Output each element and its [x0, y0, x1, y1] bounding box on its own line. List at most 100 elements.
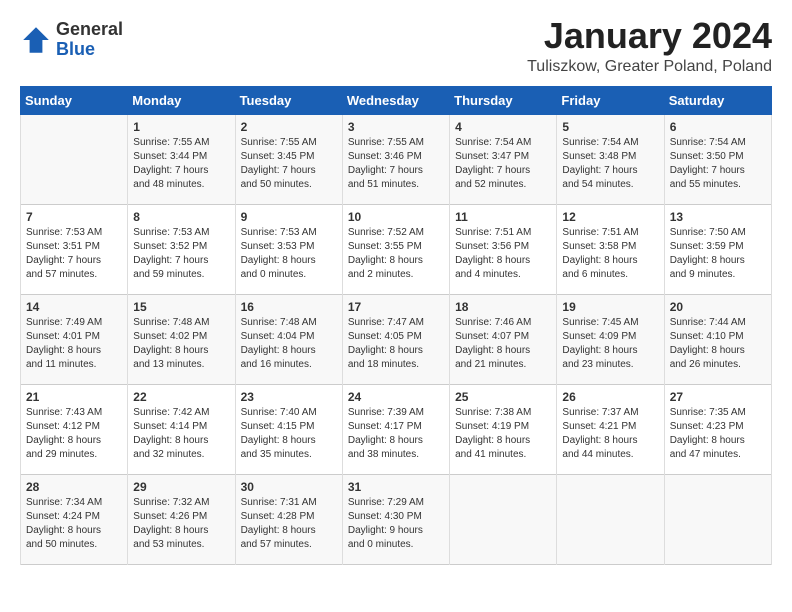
- day-content: Sunrise: 7:55 AM Sunset: 3:45 PM Dayligh…: [241, 136, 337, 192]
- day-number: 5: [562, 120, 658, 134]
- calendar-cell: [450, 474, 557, 564]
- day-number: 15: [133, 300, 229, 314]
- day-content: Sunrise: 7:47 AM Sunset: 4:05 PM Dayligh…: [348, 316, 444, 372]
- day-content: Sunrise: 7:35 AM Sunset: 4:23 PM Dayligh…: [670, 406, 766, 462]
- calendar-week-row: 21 Sunrise: 7:43 AM Sunset: 4:12 PM Dayli…: [21, 384, 772, 474]
- calendar-cell: 23 Sunrise: 7:40 AM Sunset: 4:15 PM Dayli…: [235, 384, 342, 474]
- calendar-cell: 3Sunrise: 7:55 AM Sunset: 3:46 PM Daylig…: [342, 114, 449, 204]
- logo: General Blue: [20, 20, 123, 60]
- day-number: 31: [348, 480, 444, 494]
- day-content: Sunrise: 7:53 AM Sunset: 3:53 PM Dayligh…: [241, 226, 337, 282]
- day-header-sunday: Sunday: [21, 86, 128, 114]
- day-content: Sunrise: 7:49 AM Sunset: 4:01 PM Dayligh…: [26, 316, 122, 372]
- calendar-cell: 29 Sunrise: 7:32 AM Sunset: 4:26 PM Dayli…: [128, 474, 235, 564]
- calendar-cell: 6 Sunrise: 7:54 AM Sunset: 3:50 PM Daylig…: [664, 114, 771, 204]
- day-number: 17: [348, 300, 444, 314]
- calendar-cell: 16 Sunrise: 7:48 AM Sunset: 4:04 PM Dayli…: [235, 294, 342, 384]
- day-number: 10: [348, 210, 444, 224]
- day-header-thursday: Thursday: [450, 86, 557, 114]
- month-title: January 2024: [527, 16, 772, 56]
- day-number: 19: [562, 300, 658, 314]
- day-number: 14: [26, 300, 122, 314]
- day-number: 18: [455, 300, 551, 314]
- day-number: 23: [241, 390, 337, 404]
- day-number: 21: [26, 390, 122, 404]
- calendar-cell: 14 Sunrise: 7:49 AM Sunset: 4:01 PM Dayli…: [21, 294, 128, 384]
- calendar-cell: 11Sunrise: 7:51 AM Sunset: 3:56 PM Dayli…: [450, 204, 557, 294]
- day-number: 28: [26, 480, 122, 494]
- day-number: 11: [455, 210, 551, 224]
- day-number: 13: [670, 210, 766, 224]
- day-number: 27: [670, 390, 766, 404]
- day-number: 24: [348, 390, 444, 404]
- day-number: 2: [241, 120, 337, 134]
- day-content: Sunrise: 7:37 AM Sunset: 4:21 PM Dayligh…: [562, 406, 658, 462]
- calendar-week-row: 28 Sunrise: 7:34 AM Sunset: 4:24 PM Dayli…: [21, 474, 772, 564]
- day-content: Sunrise: 7:45 AM Sunset: 4:09 PM Dayligh…: [562, 316, 658, 372]
- logo-icon: [20, 24, 52, 56]
- day-number: 30: [241, 480, 337, 494]
- calendar-cell: 15 Sunrise: 7:48 AM Sunset: 4:02 PM Dayli…: [128, 294, 235, 384]
- day-header-saturday: Saturday: [664, 86, 771, 114]
- calendar-cell: 1 Sunrise: 7:55 AM Sunset: 3:44 PM Daylig…: [128, 114, 235, 204]
- calendar-week-row: 1 Sunrise: 7:55 AM Sunset: 3:44 PM Daylig…: [21, 114, 772, 204]
- calendar-cell: 12 Sunrise: 7:51 AM Sunset: 3:58 PM Dayli…: [557, 204, 664, 294]
- day-content: Sunrise: 7:53 AM Sunset: 3:52 PM Dayligh…: [133, 226, 229, 282]
- calendar-cell: 8 Sunrise: 7:53 AM Sunset: 3:52 PM Daylig…: [128, 204, 235, 294]
- title-area: January 2024 Tuliszkow, Greater Poland, …: [527, 16, 772, 76]
- day-content: Sunrise: 7:48 AM Sunset: 4:04 PM Dayligh…: [241, 316, 337, 372]
- calendar-cell: 30 Sunrise: 7:31 AM Sunset: 4:28 PM Dayli…: [235, 474, 342, 564]
- day-content: Sunrise: 7:29 AM Sunset: 4:30 PM Dayligh…: [348, 496, 444, 552]
- calendar-cell: 2 Sunrise: 7:55 AM Sunset: 3:45 PM Daylig…: [235, 114, 342, 204]
- calendar-cell: 19 Sunrise: 7:45 AM Sunset: 4:09 PM Dayli…: [557, 294, 664, 384]
- day-header-tuesday: Tuesday: [235, 86, 342, 114]
- day-content: Sunrise: 7:50 AM Sunset: 3:59 PM Dayligh…: [670, 226, 766, 282]
- calendar-cell: 20Sunrise: 7:44 AM Sunset: 4:10 PM Dayli…: [664, 294, 771, 384]
- calendar-cell: 13 Sunrise: 7:50 AM Sunset: 3:59 PM Dayli…: [664, 204, 771, 294]
- day-content: Sunrise: 7:31 AM Sunset: 4:28 PM Dayligh…: [241, 496, 337, 552]
- day-number: 25: [455, 390, 551, 404]
- day-number: 8: [133, 210, 229, 224]
- day-number: 9: [241, 210, 337, 224]
- calendar-cell: 7Sunrise: 7:53 AM Sunset: 3:51 PM Daylig…: [21, 204, 128, 294]
- day-content: Sunrise: 7:51 AM Sunset: 3:58 PM Dayligh…: [562, 226, 658, 282]
- day-number: 12: [562, 210, 658, 224]
- calendar-cell: 9 Sunrise: 7:53 AM Sunset: 3:53 PM Daylig…: [235, 204, 342, 294]
- day-content: Sunrise: 7:38 AM Sunset: 4:19 PM Dayligh…: [455, 406, 551, 462]
- day-header-wednesday: Wednesday: [342, 86, 449, 114]
- day-content: Sunrise: 7:40 AM Sunset: 4:15 PM Dayligh…: [241, 406, 337, 462]
- calendar-week-row: 14 Sunrise: 7:49 AM Sunset: 4:01 PM Dayli…: [21, 294, 772, 384]
- logo-general-text: General: [56, 20, 123, 40]
- page-header: General Blue January 2024 Tuliszkow, Gre…: [20, 16, 772, 76]
- day-number: 26: [562, 390, 658, 404]
- day-number: 4: [455, 120, 551, 134]
- calendar-cell: 27 Sunrise: 7:35 AM Sunset: 4:23 PM Dayli…: [664, 384, 771, 474]
- calendar-cell: 26 Sunrise: 7:37 AM Sunset: 4:21 PM Dayli…: [557, 384, 664, 474]
- calendar-cell: 21 Sunrise: 7:43 AM Sunset: 4:12 PM Dayli…: [21, 384, 128, 474]
- day-header-friday: Friday: [557, 86, 664, 114]
- calendar-cell: 10 Sunrise: 7:52 AM Sunset: 3:55 PM Dayli…: [342, 204, 449, 294]
- day-number: 3: [348, 120, 444, 134]
- calendar-cell: 24Sunrise: 7:39 AM Sunset: 4:17 PM Dayli…: [342, 384, 449, 474]
- day-number: 29: [133, 480, 229, 494]
- calendar-cell: 28 Sunrise: 7:34 AM Sunset: 4:24 PM Dayli…: [21, 474, 128, 564]
- day-content: Sunrise: 7:34 AM Sunset: 4:24 PM Dayligh…: [26, 496, 122, 552]
- day-number: 6: [670, 120, 766, 134]
- calendar-cell: [21, 114, 128, 204]
- day-content: Sunrise: 7:42 AM Sunset: 4:14 PM Dayligh…: [133, 406, 229, 462]
- day-number: 22: [133, 390, 229, 404]
- day-content: Sunrise: 7:55 AM Sunset: 3:44 PM Dayligh…: [133, 136, 229, 192]
- day-content: Sunrise: 7:46 AM Sunset: 4:07 PM Dayligh…: [455, 316, 551, 372]
- day-content: Sunrise: 7:52 AM Sunset: 3:55 PM Dayligh…: [348, 226, 444, 282]
- day-content: Sunrise: 7:54 AM Sunset: 3:50 PM Dayligh…: [670, 136, 766, 192]
- day-number: 1: [133, 120, 229, 134]
- day-content: Sunrise: 7:32 AM Sunset: 4:26 PM Dayligh…: [133, 496, 229, 552]
- calendar-body: 1 Sunrise: 7:55 AM Sunset: 3:44 PM Daylig…: [21, 114, 772, 564]
- day-content: Sunrise: 7:44 AM Sunset: 4:10 PM Dayligh…: [670, 316, 766, 372]
- day-number: 16: [241, 300, 337, 314]
- calendar-cell: 18 Sunrise: 7:46 AM Sunset: 4:07 PM Dayli…: [450, 294, 557, 384]
- calendar-cell: 4Sunrise: 7:54 AM Sunset: 3:47 PM Daylig…: [450, 114, 557, 204]
- calendar-cell: 31 Sunrise: 7:29 AM Sunset: 4:30 PM Dayli…: [342, 474, 449, 564]
- day-content: Sunrise: 7:43 AM Sunset: 4:12 PM Dayligh…: [26, 406, 122, 462]
- day-content: Sunrise: 7:48 AM Sunset: 4:02 PM Dayligh…: [133, 316, 229, 372]
